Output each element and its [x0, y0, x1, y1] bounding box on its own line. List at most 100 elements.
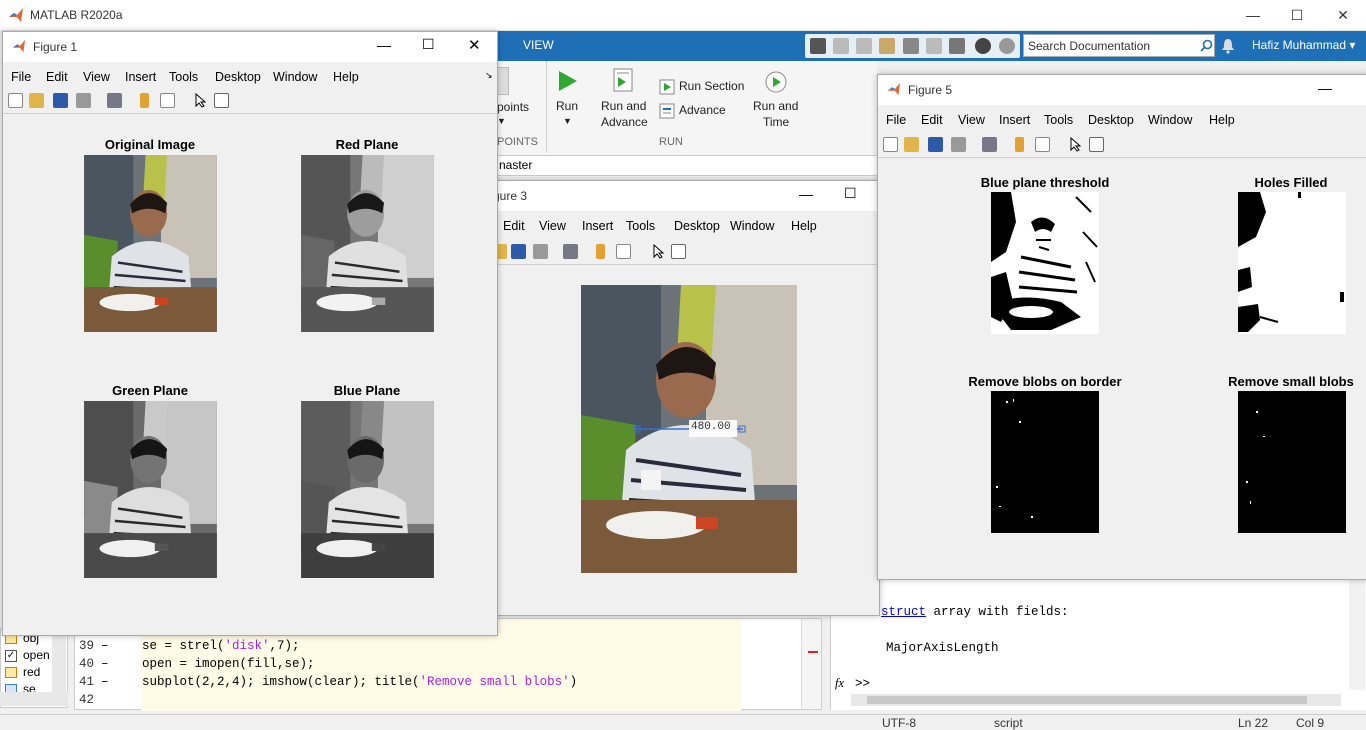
close-button[interactable]: ✕ — [1320, 0, 1366, 30]
command-horizontal-scrollbar[interactable] — [851, 694, 1341, 706]
original-image[interactable] — [84, 155, 217, 332]
cut-icon[interactable] — [833, 38, 849, 54]
run-and-time-icon[interactable] — [764, 67, 788, 95]
struct-link[interactable]: struct — [881, 605, 926, 619]
minimize-button[interactable]: — — [799, 186, 813, 202]
chevron-down-icon[interactable] — [999, 38, 1015, 54]
new-figure-icon[interactable] — [8, 93, 23, 108]
menu-file[interactable]: File — [11, 70, 31, 84]
print-icon[interactable] — [951, 137, 966, 152]
colorbar-icon[interactable] — [140, 93, 149, 108]
figure-5-window[interactable]: Figure 5 — File Edit View Insert Tools D… — [877, 74, 1366, 580]
colorbar-icon[interactable] — [596, 244, 605, 259]
link-plot-icon[interactable] — [982, 137, 997, 152]
save-icon[interactable] — [810, 38, 826, 54]
pointer-icon[interactable] — [1068, 136, 1083, 152]
save-icon[interactable] — [511, 244, 526, 259]
red-plane-image[interactable] — [301, 155, 434, 332]
current-folder-bar[interactable]: naster — [497, 156, 877, 176]
menu-insert[interactable]: Insert — [582, 219, 613, 233]
property-editor-icon[interactable] — [214, 93, 229, 108]
menu-edit[interactable]: Edit — [46, 70, 68, 84]
menu-help[interactable]: Help — [333, 70, 359, 84]
menu-edit[interactable]: Edit — [503, 219, 525, 233]
remove-border-blobs-image[interactable] — [991, 391, 1099, 533]
link-plot-icon[interactable] — [563, 244, 578, 259]
copy-icon[interactable] — [856, 38, 872, 54]
remove-small-blobs-image[interactable] — [1238, 391, 1346, 533]
open-icon[interactable] — [904, 137, 919, 152]
tab-view[interactable]: VIEW — [523, 38, 554, 52]
maximize-button[interactable]: ☐ — [844, 185, 857, 202]
save-icon[interactable] — [53, 93, 68, 108]
notification-bell-icon[interactable] — [1221, 38, 1235, 54]
menu-tools[interactable]: Tools — [169, 70, 198, 84]
print-icon[interactable] — [533, 244, 548, 259]
menu-tools[interactable]: Tools — [626, 219, 655, 233]
maximize-button[interactable]: ☐ — [1274, 0, 1320, 30]
colorbar-icon[interactable] — [1015, 137, 1024, 152]
undo-icon[interactable] — [903, 38, 919, 54]
property-editor-icon[interactable] — [671, 244, 686, 259]
menu-view[interactable]: View — [539, 219, 566, 233]
workspace-item-open[interactable]: open — [23, 648, 50, 662]
legend-icon[interactable] — [160, 93, 175, 108]
workspace-horizontal-scrollbar[interactable] — [0, 692, 68, 706]
run-and-time-label-1[interactable]: Run and — [753, 99, 798, 114]
minimize-button[interactable]: — — [1318, 80, 1332, 96]
search-documentation-input[interactable]: Search Documentation — [1023, 34, 1215, 57]
breakpoints-icon[interactable] — [497, 67, 509, 95]
menu-view[interactable]: View — [83, 70, 110, 84]
figure-3-image[interactable] — [581, 285, 797, 573]
figure-1-window[interactable]: Figure 1 — ☐ ✕ File Edit View Insert Too… — [2, 31, 498, 636]
blue-plane-threshold-image[interactable] — [991, 192, 1099, 334]
menu-desktop[interactable]: Desktop — [215, 70, 261, 84]
menu-help[interactable]: Help — [1209, 113, 1235, 127]
run-and-advance-label-1[interactable]: Run and — [601, 99, 646, 114]
maximize-button[interactable]: ☐ — [422, 36, 435, 53]
menu-tools[interactable]: Tools — [1044, 113, 1073, 127]
advance-icon[interactable] — [659, 103, 675, 119]
breakpoints-label[interactable]: points — [497, 100, 529, 115]
user-account-menu[interactable]: Hafiz Muhammad ▾ — [1252, 38, 1355, 52]
close-button[interactable]: ✕ — [468, 36, 481, 54]
chevron-down-icon[interactable]: ▼ — [497, 114, 506, 129]
scrollbar-thumb[interactable] — [867, 696, 1307, 704]
legend-icon[interactable] — [616, 244, 631, 259]
run-dropdown-icon[interactable]: ▼ — [563, 114, 572, 129]
help-icon[interactable] — [975, 38, 991, 54]
run-and-advance-icon[interactable] — [611, 67, 635, 95]
menu-edit[interactable]: Edit — [921, 113, 943, 127]
command-prompt[interactable]: >> — [855, 677, 870, 691]
command-window[interactable]: 1×1 struct array with fields: MajorAxisL… — [830, 580, 1366, 710]
editor-line[interactable]: 42 — [75, 691, 821, 709]
blue-plane-image[interactable] — [301, 401, 434, 578]
menu-insert[interactable]: Insert — [125, 70, 156, 84]
minimize-button[interactable]: — — [377, 37, 391, 53]
menu-window[interactable]: Window — [730, 219, 774, 233]
run-section-icon[interactable] — [659, 79, 675, 95]
figure-1-title-bar[interactable]: Figure 1 — ☐ ✕ — [3, 32, 497, 62]
fx-icon[interactable]: fx — [835, 676, 844, 691]
pointer-icon[interactable] — [651, 243, 666, 259]
new-figure-icon[interactable] — [883, 137, 898, 152]
menu-help[interactable]: Help — [791, 219, 817, 233]
run-and-time-label-2[interactable]: Time — [763, 115, 789, 130]
figure-5-title-bar[interactable]: Figure 5 — — [878, 75, 1366, 105]
print-icon[interactable] — [76, 93, 91, 108]
editor-line[interactable]: 39 – se = strel('disk',7); — [75, 637, 821, 655]
advance-button[interactable]: Advance — [679, 103, 726, 118]
run-icon[interactable] — [557, 69, 579, 93]
search-icon[interactable] — [1200, 39, 1213, 52]
workspace-item-red[interactable]: red — [23, 665, 40, 679]
menu-view[interactable]: View — [958, 113, 985, 127]
holes-filled-image[interactable] — [1238, 192, 1346, 334]
run-button[interactable]: Run — [556, 99, 578, 114]
menu-window[interactable]: Window — [273, 70, 317, 84]
menu-file[interactable]: File — [886, 113, 906, 127]
open-icon[interactable] — [29, 93, 44, 108]
minimize-button[interactable]: — — [1230, 0, 1276, 30]
green-plane-image[interactable] — [84, 401, 217, 578]
legend-icon[interactable] — [1035, 137, 1050, 152]
editor-line[interactable]: 40 – open = imopen(fill,se); — [75, 655, 821, 673]
